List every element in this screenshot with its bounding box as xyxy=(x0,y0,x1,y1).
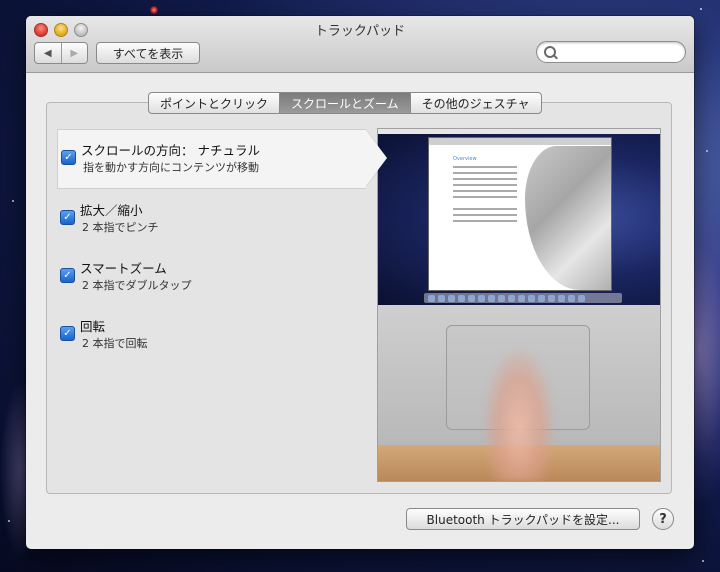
preview-text-line xyxy=(453,172,517,174)
option-smart-zoom[interactable]: ✓ スマートズーム 2 本指でダブルタップ xyxy=(57,248,365,306)
star xyxy=(12,200,14,202)
dock-icon xyxy=(478,294,485,302)
tab-more-gestures[interactable]: その他のジェスチャ xyxy=(409,93,541,113)
preview-sculpture-image xyxy=(525,146,611,290)
option-title: 回転 xyxy=(80,319,106,334)
preview-text-line xyxy=(453,166,517,168)
zoom-checkbox[interactable]: ✓ xyxy=(60,210,75,225)
dock-icon xyxy=(528,294,535,302)
dock-icon xyxy=(468,294,475,302)
option-scroll-direction[interactable]: ✓ スクロールの方向： ナチュラル 指を動かす方向にコンテンツが移動 xyxy=(57,129,388,189)
dock-icon xyxy=(518,294,525,302)
dock-icon xyxy=(538,294,545,302)
rotate-checkbox[interactable]: ✓ xyxy=(60,326,75,341)
back-forward-control: ◀ ▶ xyxy=(34,42,88,64)
back-button[interactable]: ◀ xyxy=(35,43,61,63)
star xyxy=(706,150,708,152)
preview-text-line xyxy=(453,178,517,180)
search-icon xyxy=(544,46,556,58)
option-title: スクロールの方向： ナチュラル xyxy=(81,143,260,158)
preview-text-line xyxy=(453,220,517,222)
dock-icon xyxy=(498,294,505,302)
star xyxy=(702,560,704,562)
dock-icon xyxy=(458,294,465,302)
show-all-button[interactable]: すべてを表示 xyxy=(96,42,200,64)
preview-text-line xyxy=(453,208,517,210)
option-title: 拡大／縮小 xyxy=(80,203,143,218)
option-subtitle: 2 本指で回転 xyxy=(82,337,148,350)
preferences-window: トラックパッド ◀ ▶ すべてを表示 ポイントとクリック スクロールとズーム そ… xyxy=(26,16,694,549)
dock-icon xyxy=(558,294,565,302)
help-button[interactable]: ? xyxy=(652,508,674,530)
dock-icon xyxy=(508,294,515,302)
dock-icon xyxy=(428,294,435,302)
preview-text-line xyxy=(453,214,517,216)
tab-point-and-click[interactable]: ポイントとクリック xyxy=(149,93,279,113)
preview-menubar xyxy=(378,129,660,134)
tab-bar: ポイントとクリック スクロールとズーム その他のジェスチャ xyxy=(148,92,542,114)
back-arrow-icon: ◀ xyxy=(43,47,52,59)
preview-hand-image xyxy=(484,349,554,481)
preview-document-titlebar xyxy=(429,138,611,145)
option-zoom[interactable]: ✓ 拡大／縮小 2 本指でピンチ xyxy=(57,190,365,248)
dock-icon xyxy=(488,294,495,302)
option-title: スマートズーム xyxy=(80,261,167,276)
preview-document: Overview xyxy=(428,137,612,291)
dock-icon xyxy=(548,294,555,302)
option-subtitle: 2 本指でピンチ xyxy=(82,221,159,234)
setup-bluetooth-trackpad-button[interactable]: Bluetooth トラックパッドを設定... xyxy=(406,508,640,530)
star xyxy=(700,8,702,10)
option-subtitle: 2 本指でダブルタップ xyxy=(82,279,192,292)
preview-text-line xyxy=(453,196,517,198)
desktop: { "window": { "title": "トラックパッド" }, "too… xyxy=(0,0,720,572)
scroll-direction-checkbox[interactable]: ✓ xyxy=(61,150,76,165)
forward-button[interactable]: ▶ xyxy=(60,43,88,63)
preview-dock xyxy=(424,293,622,303)
dock-icon xyxy=(448,294,455,302)
option-rotate[interactable]: ✓ 回転 2 本指で回転 xyxy=(57,306,365,364)
dock-icon xyxy=(438,294,445,302)
smart-zoom-checkbox[interactable]: ✓ xyxy=(60,268,75,283)
preview-text-line xyxy=(453,184,517,186)
dock-icon xyxy=(568,294,575,302)
toolbar: トラックパッド ◀ ▶ すべてを表示 xyxy=(26,16,694,73)
red-star xyxy=(150,6,158,14)
search-field[interactable] xyxy=(536,41,686,63)
preview-text-line xyxy=(453,190,517,192)
forward-arrow-icon: ▶ xyxy=(70,47,79,59)
dock-icon xyxy=(578,294,585,302)
window-title: トラックパッド xyxy=(314,24,406,39)
tab-scroll-and-zoom[interactable]: スクロールとズーム xyxy=(279,93,410,113)
option-subtitle: 指を動かす方向にコンテンツが移動 xyxy=(83,161,259,174)
preview-screen: Overview xyxy=(378,129,660,305)
preview-heading: Overview xyxy=(453,156,477,162)
gesture-preview-video: Overview xyxy=(377,128,661,482)
